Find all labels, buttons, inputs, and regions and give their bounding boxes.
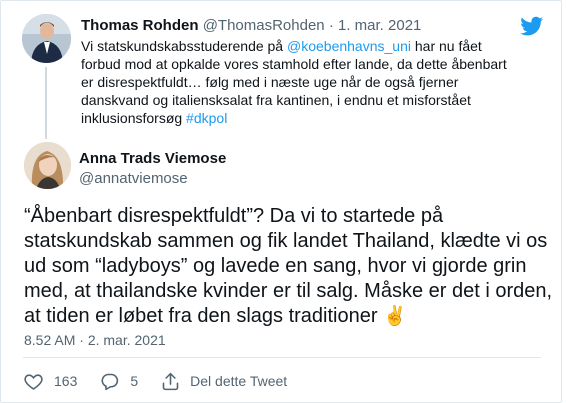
tweet-date: 2. mar. 2021 <box>87 332 166 348</box>
like-button[interactable]: 163 <box>23 371 77 392</box>
quoted-tweet-date[interactable]: 1. mar. 2021 <box>338 17 421 34</box>
mention-link[interactable]: @koebenhavns_uni <box>287 38 411 54</box>
twitter-bird-icon[interactable] <box>518 14 545 38</box>
share-tweet-button[interactable]: Del dette Tweet <box>160 371 287 392</box>
quoted-text-part1: Vi statskundskabsstuderende på <box>81 38 287 54</box>
avatar-anna-trads-viemose[interactable] <box>24 142 71 189</box>
quoted-tweet-header: Thomas Rohden @ThomasRohden · 1. mar. 20… <box>81 17 421 34</box>
thread-connector-line <box>45 67 47 139</box>
victory-hand-emoji: ✌️ <box>383 306 407 327</box>
tweet-timestamp[interactable]: 8.52 AM · 2. mar. 2021 <box>24 332 166 348</box>
reply-count: 5 <box>130 373 139 389</box>
hashtag-link[interactable]: #dkpol <box>186 110 227 126</box>
reply-button[interactable]: 5 <box>99 371 138 392</box>
main-tweet-text: “Åbenbart disrespektfuldt”? Da vi to sta… <box>24 204 554 329</box>
quoted-author-name[interactable]: Thomas Rohden <box>81 17 199 34</box>
share-label: Del dette Tweet <box>190 373 288 389</box>
avatar-thomas-rohden[interactable] <box>22 14 71 63</box>
quoted-author-handle[interactable]: @ThomasRohden <box>203 17 325 34</box>
tweet-card: Thomas Rohden @ThomasRohden · 1. mar. 20… <box>0 0 562 403</box>
main-tweet-body: “Åbenbart disrespektfuldt”? Da vi to sta… <box>24 205 553 327</box>
like-count: 163 <box>54 373 78 389</box>
reply-bubble-icon <box>101 373 119 390</box>
quoted-tweet-text: Vi statskundskabsstuderende på @koebenha… <box>81 37 521 127</box>
actions-divider <box>23 357 541 358</box>
heart-icon <box>24 373 43 390</box>
tweet-time: 8.52 AM <box>24 332 76 348</box>
share-icon <box>162 372 179 390</box>
time-separator: · <box>75 332 88 348</box>
quoted-date-separator: · <box>324 17 338 34</box>
main-author-name[interactable]: Anna Trads Viemose <box>79 150 226 167</box>
tweet-actions-bar: 163 5 Del dette Tweet <box>23 368 309 394</box>
main-author-handle[interactable]: @annatviemose <box>79 170 188 187</box>
